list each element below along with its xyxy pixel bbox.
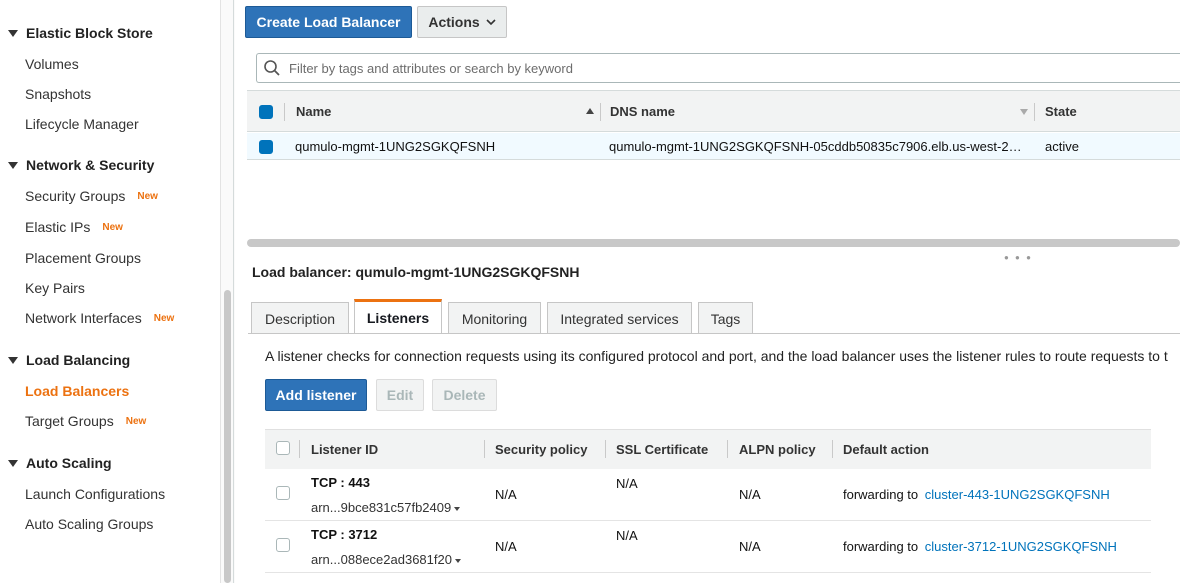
actions-dropdown-button[interactable]: Actions xyxy=(417,6,507,38)
main-content: Create Load Balancer Actions Filter by t… xyxy=(234,0,1180,583)
sidebar: Elastic Block Store Volumes Snapshots Li… xyxy=(0,0,221,583)
new-badge: New xyxy=(137,190,158,202)
column-separator xyxy=(605,440,606,458)
section-title: Load Balancing xyxy=(26,352,131,368)
new-badge: New xyxy=(125,415,147,427)
chevron-down-icon xyxy=(8,161,18,169)
sort-icon[interactable] xyxy=(1020,109,1028,115)
sidebar-section-auto-scaling[interactable]: Auto Scaling xyxy=(8,455,112,471)
chevron-down-icon xyxy=(8,29,18,37)
security-policy-value: N/A xyxy=(495,487,517,502)
actions-label: Actions xyxy=(428,14,480,30)
sidebar-item-security-groups[interactable]: Security Groups New xyxy=(25,188,158,204)
lb-state: active xyxy=(1045,139,1079,154)
column-header-state[interactable]: State xyxy=(1045,104,1077,119)
lb-name: qumulo-mgmt-1UNG2SGKQFSNH xyxy=(295,139,496,154)
alpn-policy-value: N/A xyxy=(739,487,761,502)
detail-panel-title: Load balancer: qumulo-mgmt-1UNG2SGKQFSNH xyxy=(252,264,580,280)
sidebar-item-key-pairs[interactable]: Key Pairs xyxy=(25,280,85,296)
sidebar-item-elastic-ips[interactable]: Elastic IPs New xyxy=(25,219,123,235)
chevron-down-icon xyxy=(8,459,18,467)
listener-arn[interactable]: arn...9bce831c57fb2409 xyxy=(311,500,461,515)
column-header-alpn-policy[interactable]: ALPN policy xyxy=(739,442,816,457)
resize-handle-icon[interactable]: ● ● ● xyxy=(1004,253,1033,262)
tab-integrated-services[interactable]: Integrated services xyxy=(547,302,692,334)
column-header-dns[interactable]: DNS name xyxy=(610,104,675,119)
column-separator xyxy=(1034,103,1035,121)
default-action-text: forwarding to cluster-443-1UNG2SGKQFSNH xyxy=(843,487,1110,502)
lb-dns-name: qumulo-mgmt-1UNG2SGKQFSNH-05cddb50835c79… xyxy=(609,139,1022,154)
tab-description[interactable]: Description xyxy=(251,302,349,334)
new-badge: New xyxy=(102,221,123,233)
select-all-checkbox[interactable] xyxy=(259,105,273,119)
column-header-default-action[interactable]: Default action xyxy=(843,442,929,457)
table-row[interactable]: qumulo-mgmt-1UNG2SGKQFSNH qumulo-mgmt-1U… xyxy=(247,133,1180,160)
sort-ascending-icon[interactable] xyxy=(586,108,594,114)
caret-down-icon xyxy=(454,558,461,563)
alpn-policy-value: N/A xyxy=(739,539,761,554)
chevron-down-icon xyxy=(486,19,496,26)
search-icon xyxy=(264,60,280,76)
default-action-text: forwarding to cluster-3712-1UNG2SGKQFSNH xyxy=(843,539,1117,554)
edit-button[interactable]: Edit xyxy=(376,379,424,411)
sidebar-section-network-security[interactable]: Network & Security xyxy=(8,157,154,173)
caret-down-icon xyxy=(454,506,461,511)
listeners-description: A listener checks for connection request… xyxy=(265,348,1168,364)
sidebar-section-load-balancing[interactable]: Load Balancing xyxy=(8,352,130,368)
horizontal-scrollbar[interactable] xyxy=(247,239,1180,247)
sidebar-item-network-interfaces[interactable]: Network Interfaces New xyxy=(25,310,174,326)
ssl-certificate-value: N/A xyxy=(616,476,638,491)
search-placeholder: Filter by tags and attributes or search … xyxy=(289,60,573,76)
sidebar-item-placement-groups[interactable]: Placement Groups xyxy=(25,250,141,266)
listener-protocol-port: TCP : 3712 xyxy=(311,527,378,542)
delete-button[interactable]: Delete xyxy=(432,379,497,411)
target-group-link[interactable]: cluster-443-1UNG2SGKQFSNH xyxy=(925,487,1110,502)
column-separator xyxy=(832,440,833,458)
sidebar-section-ebs[interactable]: Elastic Block Store xyxy=(8,25,153,41)
table-row[interactable]: TCP : 443 arn...9bce831c57fb2409 N/A N/A… xyxy=(265,469,1151,521)
section-title: Elastic Block Store xyxy=(26,25,153,41)
filter-search-input[interactable]: Filter by tags and attributes or search … xyxy=(256,53,1180,83)
column-separator xyxy=(727,440,728,458)
create-load-balancer-button[interactable]: Create Load Balancer xyxy=(245,6,412,38)
add-listener-button[interactable]: Add listener xyxy=(265,379,367,411)
new-badge: New xyxy=(153,312,175,324)
ssl-certificate-value: N/A xyxy=(616,528,638,543)
sidebar-item-load-balancers[interactable]: Load Balancers xyxy=(25,383,129,399)
sidebar-item-auto-scaling-groups[interactable]: Auto Scaling Groups xyxy=(25,516,153,532)
section-title: Network & Security xyxy=(26,157,155,173)
column-header-listener-id[interactable]: Listener ID xyxy=(311,442,378,457)
tab-listeners[interactable]: Listeners xyxy=(354,299,442,334)
section-title: Auto Scaling xyxy=(26,455,112,471)
lb-table-header: Name DNS name State xyxy=(247,90,1180,132)
tabs-divider xyxy=(248,333,1180,334)
select-all-checkbox[interactable] xyxy=(276,441,290,455)
row-checkbox[interactable] xyxy=(276,486,290,500)
table-row[interactable]: TCP : 3712 arn...088ece2ad3681f20 N/A N/… xyxy=(265,521,1151,573)
column-separator xyxy=(600,103,601,121)
column-separator xyxy=(484,440,485,458)
sidebar-item-lifecycle-manager[interactable]: Lifecycle Manager xyxy=(25,116,139,132)
row-checkbox[interactable] xyxy=(259,140,273,154)
tab-monitoring[interactable]: Monitoring xyxy=(448,302,541,334)
chevron-down-icon xyxy=(8,356,18,364)
row-checkbox[interactable] xyxy=(276,538,290,552)
listeners-table-header: Listener ID Security policy SSL Certific… xyxy=(265,429,1151,469)
target-group-link[interactable]: cluster-3712-1UNG2SGKQFSNH xyxy=(925,539,1117,554)
sidebar-item-launch-configurations[interactable]: Launch Configurations xyxy=(25,486,165,502)
sidebar-item-volumes[interactable]: Volumes xyxy=(25,56,79,72)
column-header-ssl-certificate[interactable]: SSL Certificate xyxy=(616,442,708,457)
sidebar-item-snapshots[interactable]: Snapshots xyxy=(25,86,91,102)
listener-arn[interactable]: arn...088ece2ad3681f20 xyxy=(311,552,461,567)
listener-protocol-port: TCP : 443 xyxy=(311,475,371,490)
column-header-security-policy[interactable]: Security policy xyxy=(495,442,587,457)
sidebar-item-target-groups[interactable]: Target Groups New xyxy=(25,413,146,429)
column-separator xyxy=(284,103,285,121)
sidebar-scrollbar[interactable] xyxy=(224,290,231,583)
column-separator xyxy=(299,440,300,458)
security-policy-value: N/A xyxy=(495,539,517,554)
tab-tags[interactable]: Tags xyxy=(698,302,753,334)
column-header-name[interactable]: Name xyxy=(296,104,331,119)
